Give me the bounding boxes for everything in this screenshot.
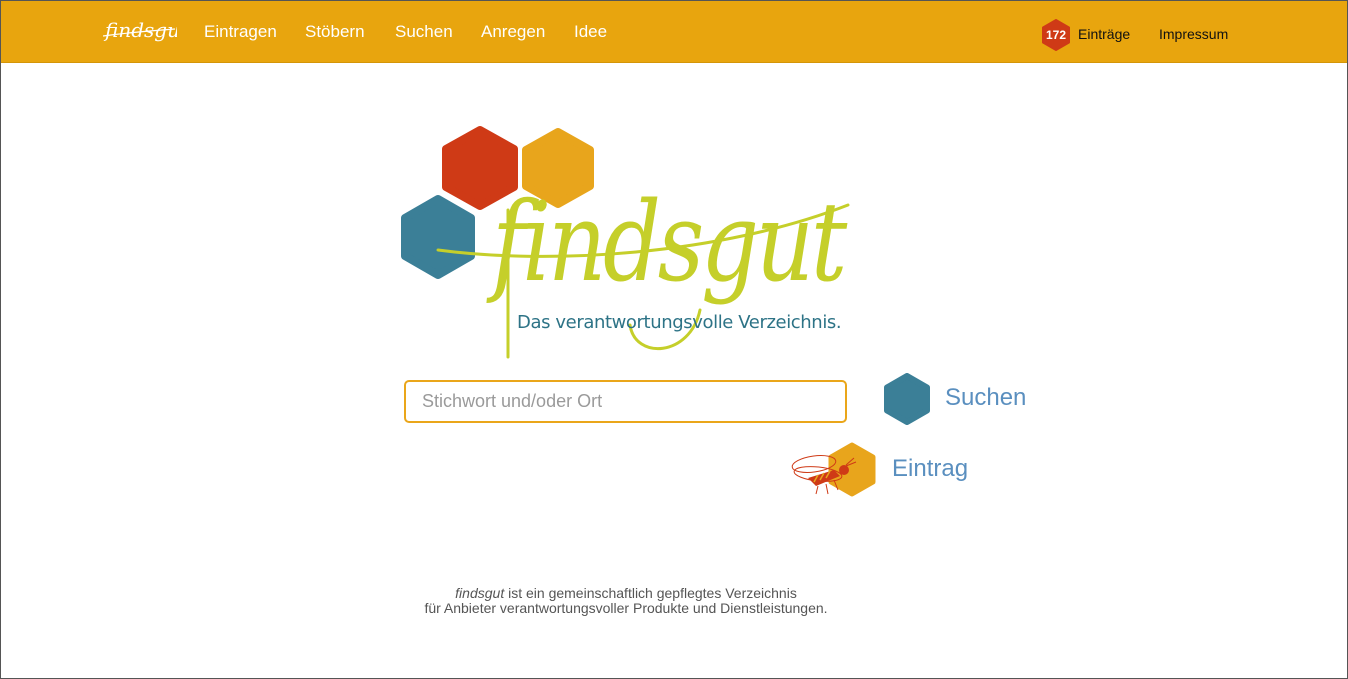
entry-button-label: Eintrag: [892, 455, 969, 482]
entry-button[interactable]: Eintrag: [788, 442, 978, 498]
search-button-label: Suchen: [945, 384, 1027, 411]
logo-wordmark: findsgut: [486, 178, 848, 306]
findsgut-logo: findsgut: [401, 126, 852, 359]
nav-suchen[interactable]: Suchen: [395, 22, 453, 42]
search-input[interactable]: [404, 380, 847, 423]
nav-eintragen[interactable]: Eintragen: [204, 22, 277, 42]
hex-teal: [401, 195, 475, 279]
footer-description: findsgut ist ein gemeinschaftlich gepfle…: [350, 586, 902, 616]
logo-tagline: Das verantwortungsvolle Verzeichnis.: [517, 312, 842, 333]
entry-count-label: Einträge: [1078, 26, 1131, 42]
bee-icon: [791, 442, 876, 497]
nav-anregen[interactable]: Anregen: [481, 22, 545, 42]
footer-line1: ist ein gemeinschaftlich gepflegtes Verz…: [504, 585, 797, 601]
nav-stoebern[interactable]: Stöbern: [305, 22, 365, 42]
hex-teal-icon: [884, 373, 930, 425]
footer-brand: findsgut: [455, 585, 505, 601]
search-button[interactable]: Suchen: [883, 373, 1033, 425]
entry-count-value: 172: [1045, 28, 1067, 42]
nav-idee[interactable]: Idee: [574, 22, 607, 42]
brand-logo[interactable]: findsgut: [103, 15, 177, 49]
top-navbar: findsgut Eintragen Stöbern Suchen Anrege…: [1, 1, 1347, 63]
count-badge: 172: [1041, 19, 1071, 51]
nav-impressum[interactable]: Impressum: [1159, 26, 1228, 42]
footer-line2: für Anbieter verantwortungsvoller Produk…: [424, 600, 828, 616]
